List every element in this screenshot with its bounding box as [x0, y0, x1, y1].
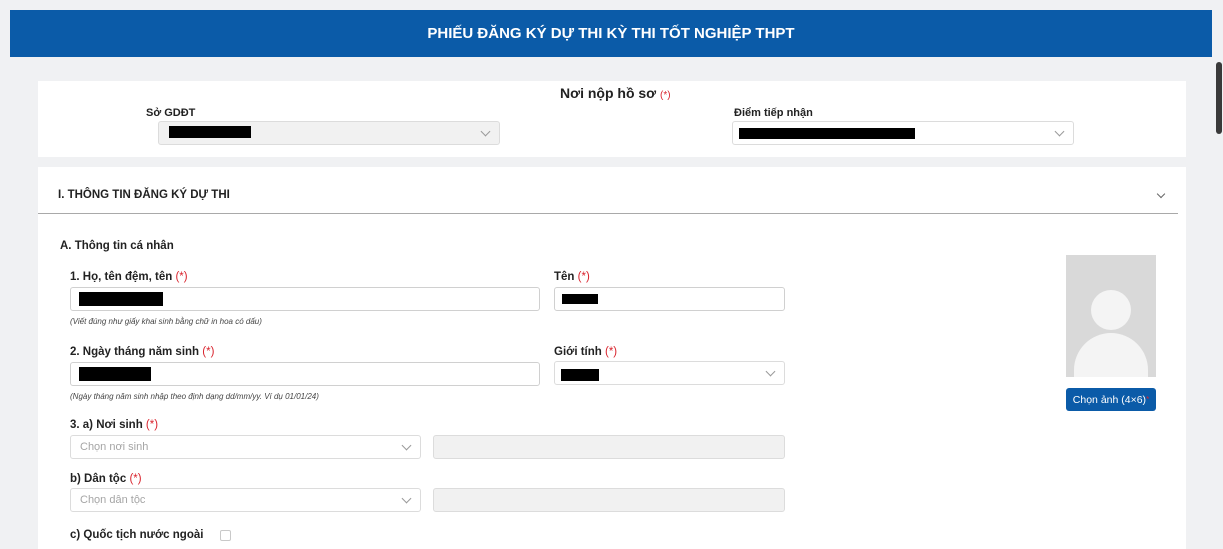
redacted-value — [562, 294, 598, 304]
gender-select[interactable] — [554, 361, 785, 385]
chevron-down-icon[interactable] — [1156, 189, 1166, 199]
birthplace-detail-input[interactable] — [433, 435, 785, 459]
chevron-down-icon — [765, 366, 776, 377]
receiving-point-label: Điểm tiếp nhận — [734, 107, 813, 119]
department-select[interactable] — [158, 121, 500, 145]
redacted-value — [561, 369, 599, 381]
registration-card: I. THÔNG TIN ĐĂNG KÝ DỰ THI A. Thông tin… — [38, 167, 1186, 549]
submission-title: Nơi nộp hồ sơ (*) — [560, 85, 671, 101]
avatar-head-shape — [1091, 290, 1131, 330]
section-title: I. THÔNG TIN ĐĂNG KÝ DỰ THI — [58, 189, 230, 201]
ethnicity-detail-input[interactable] — [433, 488, 785, 512]
ethnicity-select[interactable]: Chọn dân tộc — [70, 488, 421, 512]
full-name-input[interactable] — [70, 287, 540, 311]
choose-photo-label: Chọn ảnh (4×6) — [1072, 393, 1147, 406]
ethnicity-label: b) Dân tộc (*) — [70, 473, 142, 485]
full-name-label: 1. Họ, tên đệm, tên (*) — [70, 271, 188, 283]
dob-input[interactable] — [70, 362, 540, 386]
page: { "header": { "title": "PHIẾU ĐĂNG KÝ DỰ… — [0, 0, 1223, 549]
dob-label: 2. Ngày tháng năm sinh (*) — [70, 346, 214, 358]
birthplace-select[interactable]: Chọn nơi sinh — [70, 435, 421, 459]
header-bar: PHIẾU ĐĂNG KÝ DỰ THI KỲ THI TỐT NGHIỆP T… — [10, 10, 1212, 57]
required-mark: (*) — [660, 90, 671, 101]
avatar-body-shape — [1074, 333, 1148, 377]
first-name-label: Tên (*) — [554, 271, 590, 283]
full-name-label-text: 1. Họ, tên đệm, tên — [70, 271, 173, 283]
chevron-down-icon — [401, 440, 412, 451]
redacted-value — [79, 292, 163, 306]
dob-label-text: 2. Ngày tháng năm sinh — [70, 346, 200, 358]
gender-label: Giới tính (*) — [554, 346, 617, 358]
scrollbar-track[interactable] — [1215, 0, 1223, 549]
foreign-nationality-label: c) Quốc tịch nước ngoài — [70, 529, 204, 541]
first-name-input[interactable] — [554, 287, 785, 311]
dob-hint: (Ngày tháng năm sinh nhập theo định dạng… — [70, 392, 319, 401]
section-header[interactable]: I. THÔNG TIN ĐĂNG KÝ DỰ THI — [38, 167, 1178, 214]
submission-title-text: Nơi nộp hồ sơ — [560, 85, 657, 101]
choose-photo-button[interactable]: Chọn ảnh (4×6) * — [1066, 388, 1156, 411]
page-title: PHIẾU ĐĂNG KÝ DỰ THI KỲ THI TỐT NGHIỆP T… — [427, 25, 795, 42]
department-label: Sở GDĐT — [146, 107, 196, 119]
chevron-down-icon — [1054, 126, 1065, 137]
foreign-nationality-checkbox[interactable] — [220, 530, 231, 541]
required-mark: (*) — [577, 271, 590, 283]
chevron-down-icon — [401, 493, 412, 504]
redacted-value — [739, 128, 915, 139]
required-mark: (*) — [129, 473, 142, 485]
receiving-point-select[interactable] — [732, 121, 1074, 145]
redacted-value — [169, 126, 251, 138]
required-mark: (*) — [604, 346, 618, 358]
birthplace-label: 3. a) Nơi sinh (*) — [70, 419, 158, 431]
first-name-label-text: Tên — [554, 271, 575, 283]
avatar-placeholder — [1066, 255, 1156, 377]
birthplace-label-text: 3. a) Nơi sinh — [70, 419, 143, 431]
ethnicity-placeholder: Chọn dân tộc — [80, 494, 146, 506]
required-mark: (*) — [202, 346, 215, 358]
gender-label-text: Giới tính — [554, 346, 602, 358]
required-mark: (*) — [175, 271, 188, 283]
chevron-down-icon — [480, 126, 491, 137]
ethnicity-label-text: b) Dân tộc — [70, 473, 127, 485]
scrollbar-thumb[interactable] — [1216, 62, 1222, 134]
personal-info-heading: A. Thông tin cá nhân — [60, 240, 174, 252]
submission-card: Nơi nộp hồ sơ (*) Sở GDĐT Điểm tiếp nhận — [38, 81, 1186, 157]
required-mark: (*) — [145, 419, 159, 431]
required-mark: * — [1146, 395, 1150, 404]
birthplace-placeholder: Chọn nơi sinh — [80, 441, 149, 453]
full-name-hint: (Viết đúng như giấy khai sinh bằng chữ i… — [70, 317, 262, 326]
redacted-value — [79, 367, 151, 381]
